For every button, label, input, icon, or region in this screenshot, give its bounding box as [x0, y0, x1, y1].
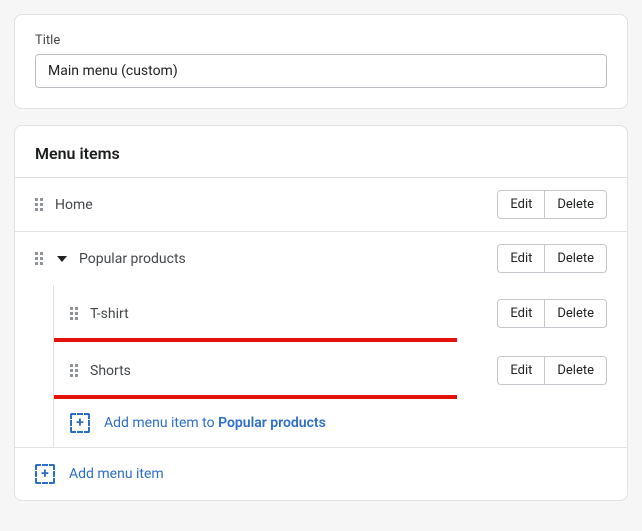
menu-row-home: Home Edit Delete: [15, 177, 627, 231]
drag-handle-icon[interactable]: [35, 198, 45, 212]
menu-item-label: Home: [55, 197, 487, 213]
menu-items-card: Menu items Home Edit Delete Popular prod…: [14, 125, 628, 501]
menu-item-label: Shorts: [90, 363, 487, 379]
title-card: Title: [14, 14, 628, 109]
row-actions: Edit Delete: [497, 190, 607, 219]
chevron-down-icon[interactable]: [57, 256, 67, 262]
highlight-underline: [54, 395, 457, 399]
add-child-prefix: Add menu item to: [104, 415, 218, 431]
delete-button[interactable]: Delete: [545, 244, 607, 273]
title-label: Title: [35, 33, 607, 48]
title-input[interactable]: [35, 54, 607, 88]
add-child-row[interactable]: + Add menu item to Popular products: [54, 399, 627, 447]
edit-button[interactable]: Edit: [497, 190, 545, 219]
delete-button[interactable]: Delete: [545, 190, 607, 219]
edit-button[interactable]: Edit: [497, 356, 545, 385]
row-actions: Edit Delete: [497, 244, 607, 273]
add-child-target: Popular products: [218, 415, 326, 431]
drag-handle-icon[interactable]: [70, 364, 80, 378]
menu-row-shorts: Shorts Edit Delete: [54, 342, 627, 399]
drag-handle-icon[interactable]: [70, 307, 80, 321]
delete-button[interactable]: Delete: [545, 299, 607, 328]
edit-button[interactable]: Edit: [497, 244, 545, 273]
menu-row-popular: Popular products Edit Delete: [15, 231, 627, 285]
section-title: Menu items: [35, 144, 607, 163]
add-root-link: Add menu item: [69, 466, 164, 482]
drag-handle-icon[interactable]: [35, 252, 45, 266]
add-icon: +: [70, 413, 90, 433]
menu-item-label: Popular products: [79, 251, 487, 267]
add-root-row[interactable]: + Add menu item: [15, 447, 627, 500]
nested-group: T-shirt Edit Delete Shorts Edit Delete +…: [53, 285, 627, 447]
add-child-link: Add menu item to Popular products: [104, 415, 326, 431]
menu-row-tshirt: T-shirt Edit Delete: [54, 285, 627, 342]
delete-button[interactable]: Delete: [545, 356, 607, 385]
menu-item-label: T-shirt: [90, 306, 487, 322]
section-header: Menu items: [15, 126, 627, 177]
row-actions: Edit Delete: [497, 299, 607, 328]
row-actions: Edit Delete: [497, 356, 607, 385]
add-icon: +: [35, 464, 55, 484]
edit-button[interactable]: Edit: [497, 299, 545, 328]
